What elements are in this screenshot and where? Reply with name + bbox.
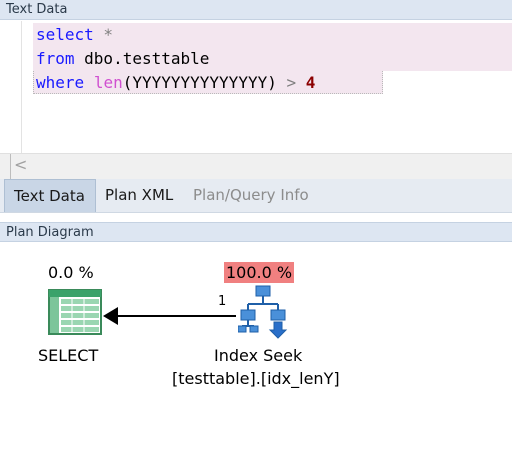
code-line-1[interactable]: select * <box>36 23 113 47</box>
scrollbar-divider <box>10 154 11 179</box>
code-line-2[interactable]: from dbo.testtable <box>36 47 209 71</box>
select-operator-label: SELECT <box>38 346 99 365</box>
seek-object-name: [testtable].[idx_lenY] <box>172 369 340 388</box>
select-list: * <box>93 25 114 44</box>
edge-row-count: 1 <box>218 294 227 309</box>
index-seek-icon[interactable] <box>237 284 290 340</box>
result-grid-icon[interactable] <box>48 289 102 335</box>
detail-tabs: Text Data Plan XML Plan/Query Info <box>0 179 512 213</box>
query-editor[interactable]: select * from dbo.testtable where len(YY… <box>0 21 512 153</box>
select-cost-percent: 0.0 % <box>48 263 94 282</box>
table-name: dbo.testtable <box>74 49 210 68</box>
function-len: len <box>93 73 123 92</box>
seek-operator-label: Index Seek <box>214 346 303 365</box>
operator-greater: > <box>276 73 297 92</box>
keyword-where: where <box>36 73 85 92</box>
plan-diagram-canvas[interactable]: 0.0 % SELECT 1 100.0 % Index Seek [testt… <box>0 243 512 469</box>
plan-diagram-header: Plan Diagram <box>0 222 512 242</box>
text-data-header: Text Data <box>0 0 512 20</box>
panel-gap <box>0 213 512 222</box>
function-argument: (YYYYYYYYYYYYYY) <box>122 73 277 92</box>
tab-plan-xml[interactable]: Plan XML <box>96 179 182 212</box>
code-line-3[interactable]: where len(YYYYYYYYYYYYYY) > 4 <box>36 71 315 95</box>
scroll-left-icon[interactable]: < <box>14 155 27 174</box>
literal-number: 4 <box>305 73 316 92</box>
seek-cost-percent: 100.0 % <box>224 262 295 283</box>
tab-text-data[interactable]: Text Data <box>4 179 96 212</box>
keyword-select: select <box>36 25 94 44</box>
horizontal-scrollbar[interactable]: < <box>0 153 512 179</box>
keyword-from: from <box>36 49 75 68</box>
editor-gutter <box>0 21 22 153</box>
tab-plan-query-info: Plan/Query Info <box>193 186 309 204</box>
